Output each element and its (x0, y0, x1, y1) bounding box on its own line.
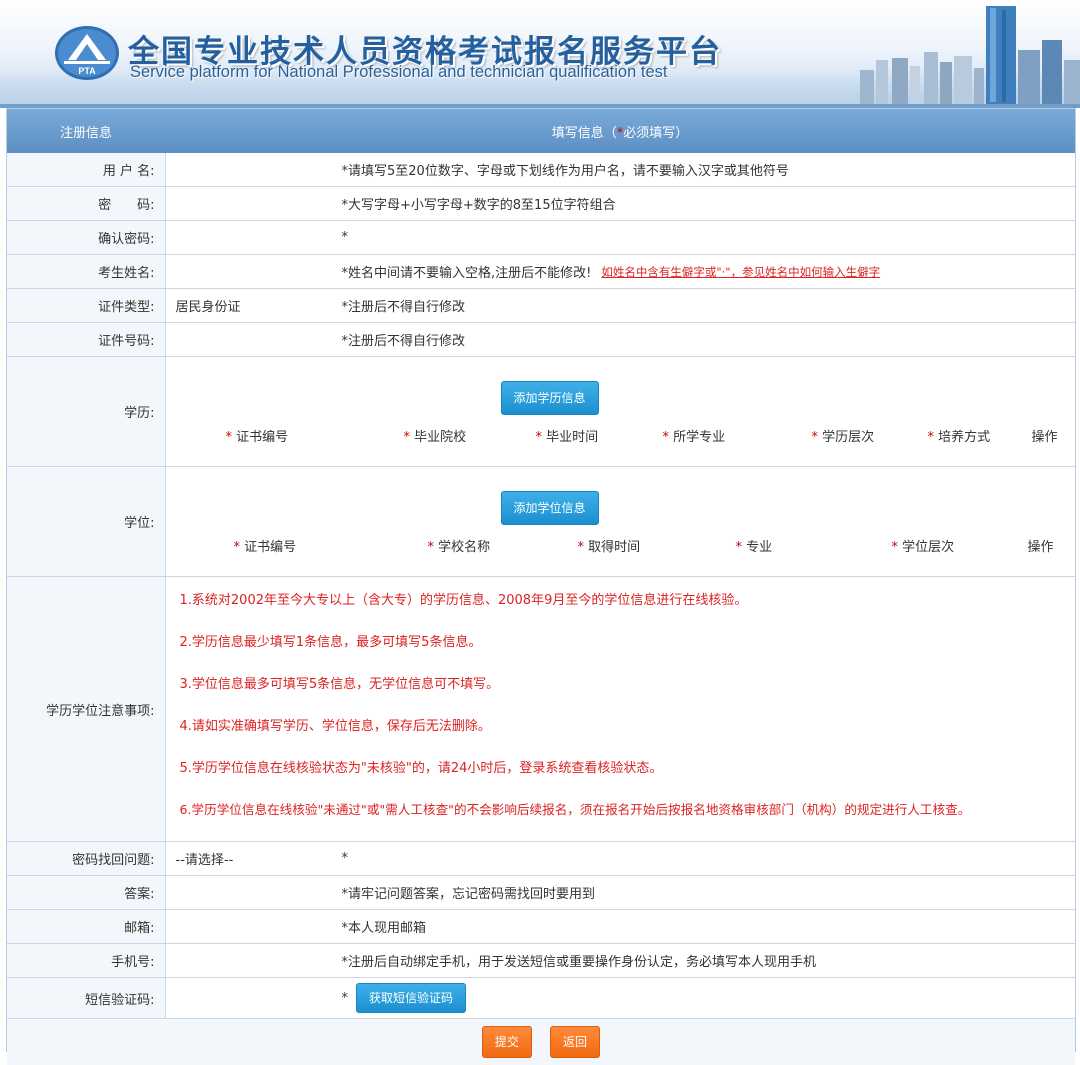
id-type-row: 证件类型: 居民身份证 *注册后不得自行修改 (7, 289, 1075, 323)
edu-col-cert-number: * 证书编号 (226, 426, 289, 445)
username-label: 用 户 名: (7, 153, 165, 187)
site-logo-icon: PTA (54, 24, 120, 82)
education-label: 学历: (7, 357, 165, 467)
note-item: 2.学历信息最少填写1条信息，最多可填写5条信息。 (180, 631, 1076, 650)
password-hint: *大写字母+小写字母+数字的8至15位字符组合 (342, 194, 616, 213)
deg-col-cert-number: * 证书编号 (234, 536, 297, 555)
add-degree-button[interactable]: 添加学位信息 (501, 491, 599, 525)
name-row: 考生姓名: *姓名中间请不要输入空格,注册后不能修改! 如姓名中含有生僻字或"·… (7, 255, 1075, 289)
registration-form: 注册信息 填写信息（*必须填写） 用 户 名: *请填写5至20位数字、字母或下… (6, 108, 1076, 1052)
phone-label: 手机号: (7, 944, 165, 978)
edu-col-school: * 毕业院校 (404, 426, 467, 445)
add-education-button[interactable]: 添加学历信息 (501, 381, 599, 415)
answer-hint: *请牢记问题答案，忘记密码需找回时要用到 (342, 883, 596, 902)
phone-hint: *注册后自动绑定手机，用于发送短信或重要操作身份认定，务必填写本人现用手机 (342, 951, 817, 970)
notes-label: 学历学位注意事项: (7, 577, 165, 842)
answer-label: 答案: (7, 876, 165, 910)
deg-col-level: * 学位层次 (892, 536, 955, 555)
edu-col-study-mode: * 培养方式 (928, 426, 991, 445)
education-section: 添加学历信息 * 证书编号 * 毕业院校 * 毕业时间 * 所学专业 * 学历层… (166, 357, 1076, 466)
logo-text: PTA (78, 66, 96, 76)
username-row: 用 户 名: *请填写5至20位数字、字母或下划线作为用户名，请不要输入汉字或其… (7, 153, 1075, 187)
question-select[interactable]: --请选择-- (166, 849, 342, 868)
note-item: 1.系统对2002年至今大专以上（含大专）的学历信息、2008年9月至今的学位信… (180, 589, 1076, 608)
email-row: 邮箱: *本人现用邮箱 (7, 910, 1075, 944)
site-header: PTA 全国专业技术人员资格考试报名服务平台 Service platform … (0, 0, 1080, 108)
deg-col-major: * 专业 (736, 536, 773, 555)
form-actions-row: 提交 返回 (7, 1019, 1075, 1065)
header-registration-info: 注册信息 (7, 109, 165, 153)
back-button[interactable]: 返回 (550, 1026, 600, 1058)
rare-character-help-link[interactable]: 如姓名中含有生僻字或"·"，参见姓名中如何输入生僻字 (601, 264, 880, 280)
password-row: 密 码: *大写字母+小写字母+数字的8至15位字符组合 (7, 187, 1075, 221)
confirm-password-row: 确认密码: * (7, 221, 1075, 255)
table-header-row: 注册信息 填写信息（*必须填写） (7, 109, 1075, 153)
deg-col-action: 操作 (1028, 536, 1054, 555)
form-actions: 提交 返回 (7, 1019, 1075, 1065)
deg-col-time: * 取得时间 (578, 536, 641, 555)
note-item: 5.学历学位信息在线核验状态为"未核验"的，请24小时后，登录系统查看核验状态。 (180, 757, 1076, 776)
name-hint: *姓名中间请不要输入空格,注册后不能修改! (342, 262, 592, 281)
id-number-row: 证件号码: *注册后不得自行修改 (7, 323, 1075, 357)
sms-label: 短信验证码: (7, 978, 165, 1019)
site-subtitle: Service platform for National Profession… (130, 63, 667, 82)
confirm-password-hint: * (342, 230, 349, 245)
edu-col-action: 操作 (1032, 426, 1058, 445)
confirm-password-label: 确认密码: (7, 221, 165, 255)
id-number-hint: *注册后不得自行修改 (342, 330, 466, 349)
notes-list: 1.系统对2002年至今大专以上（含大专）的学历信息、2008年9月至今的学位信… (166, 577, 1076, 818)
degree-row: 学位: 添加学位信息 * 证书编号 * 学校名称 * 取得时间 * 专业 * 学… (7, 467, 1075, 577)
header-fill-info-prefix: 填写信息（ (552, 126, 617, 141)
id-type-select[interactable]: 居民身份证 (166, 296, 342, 315)
id-type-hint: *注册后不得自行修改 (342, 296, 466, 315)
sms-hint: * (342, 991, 349, 1006)
username-hint: *请填写5至20位数字、字母或下划线作为用户名，请不要输入汉字或其他符号 (342, 160, 789, 179)
phone-row: 手机号: *注册后自动绑定手机，用于发送短信或重要操作身份认定，务必填写本人现用… (7, 944, 1075, 978)
degree-label: 学位: (7, 467, 165, 577)
note-item: 4.请如实准确填写学历、学位信息，保存后无法删除。 (180, 715, 1076, 734)
note-item: 6.学历学位信息在线核验"未通过"或"需人工核查"的不会影响后续报名，须在报名开… (180, 799, 1076, 818)
edu-col-major: * 所学专业 (663, 426, 726, 445)
submit-button[interactable]: 提交 (482, 1026, 532, 1058)
question-hint: * (342, 851, 349, 866)
city-skyline-image (840, 0, 1080, 108)
email-hint: *本人现用邮箱 (342, 917, 427, 936)
registration-table: 注册信息 填写信息（*必须填写） 用 户 名: *请填写5至20位数字、字母或下… (7, 109, 1075, 1065)
question-label: 密码找回问题: (7, 842, 165, 876)
id-type-label: 证件类型: (7, 289, 165, 323)
name-label: 考生姓名: (7, 255, 165, 289)
email-label: 邮箱: (7, 910, 165, 944)
question-row: 密码找回问题: --请选择-- * (7, 842, 1075, 876)
edu-col-level: * 学历层次 (812, 426, 875, 445)
get-sms-code-button[interactable]: 获取短信验证码 (356, 983, 466, 1013)
note-item: 3.学位信息最多可填写5条信息，无学位信息可不填写。 (180, 673, 1076, 692)
password-label: 密 码: (7, 187, 165, 221)
deg-col-school: * 学校名称 (428, 536, 491, 555)
sms-row: 短信验证码: * 获取短信验证码 (7, 978, 1075, 1019)
answer-row: 答案: *请牢记问题答案，忘记密码需找回时要用到 (7, 876, 1075, 910)
edu-col-grad-time: * 毕业时间 (536, 426, 599, 445)
degree-section: 添加学位信息 * 证书编号 * 学校名称 * 取得时间 * 专业 * 学位层次 … (166, 467, 1076, 576)
id-number-label: 证件号码: (7, 323, 165, 357)
header-fill-info: 填写信息（*必须填写） (165, 109, 1075, 153)
notes-row: 学历学位注意事项: 1.系统对2002年至今大专以上（含大专）的学历信息、200… (7, 577, 1075, 842)
education-row: 学历: 添加学历信息 * 证书编号 * 毕业院校 * 毕业时间 * 所学专业 *… (7, 357, 1075, 467)
header-fill-info-suffix: 必须填写） (623, 126, 688, 141)
